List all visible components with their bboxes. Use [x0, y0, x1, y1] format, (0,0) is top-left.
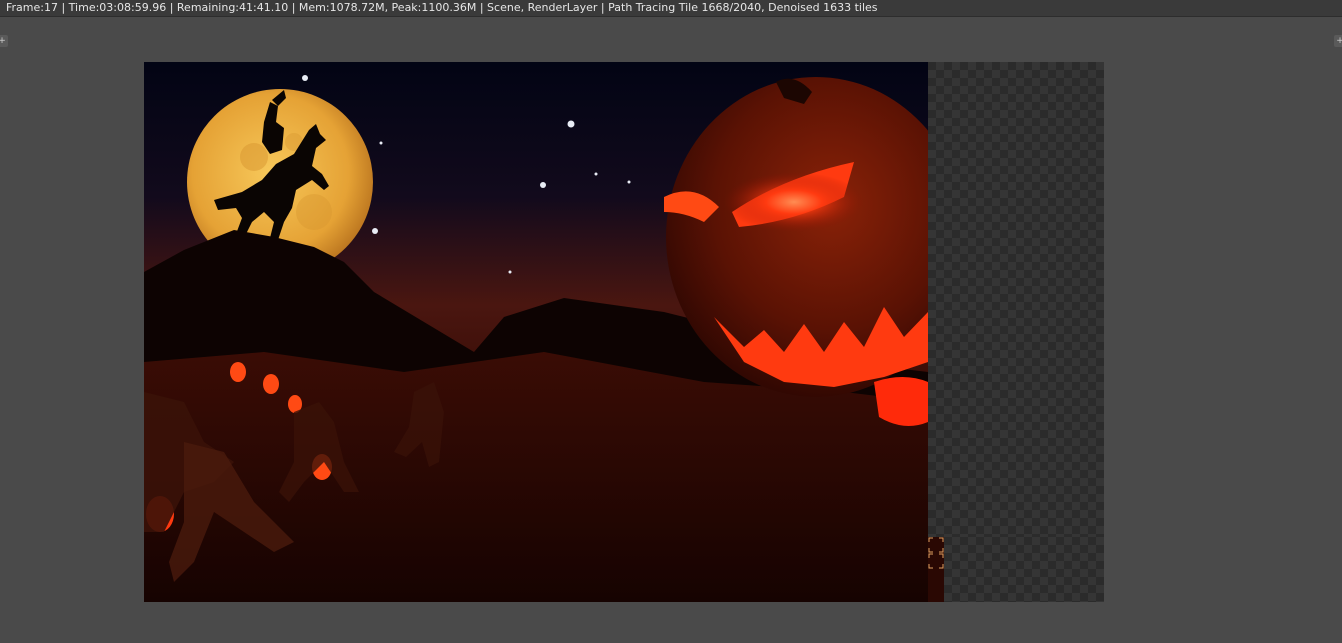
area-split-right-icon[interactable]: +: [1334, 35, 1342, 47]
image-editor-viewport[interactable]: + +: [0, 17, 1342, 643]
transparent-checkerboard-area-bottom: [944, 537, 1104, 602]
transparent-checkerboard-area: [928, 62, 1104, 537]
area-split-left-icon[interactable]: +: [0, 35, 8, 47]
render-status-bar: Frame:17 | Time:03:08:59.96 | Remaining:…: [0, 0, 1342, 17]
render-result-frame: [144, 62, 1104, 602]
render-status-text: Frame:17 | Time:03:08:59.96 | Remaining:…: [6, 1, 878, 14]
active-render-tile-marker: [928, 537, 944, 569]
render-result-image: [144, 62, 928, 602]
